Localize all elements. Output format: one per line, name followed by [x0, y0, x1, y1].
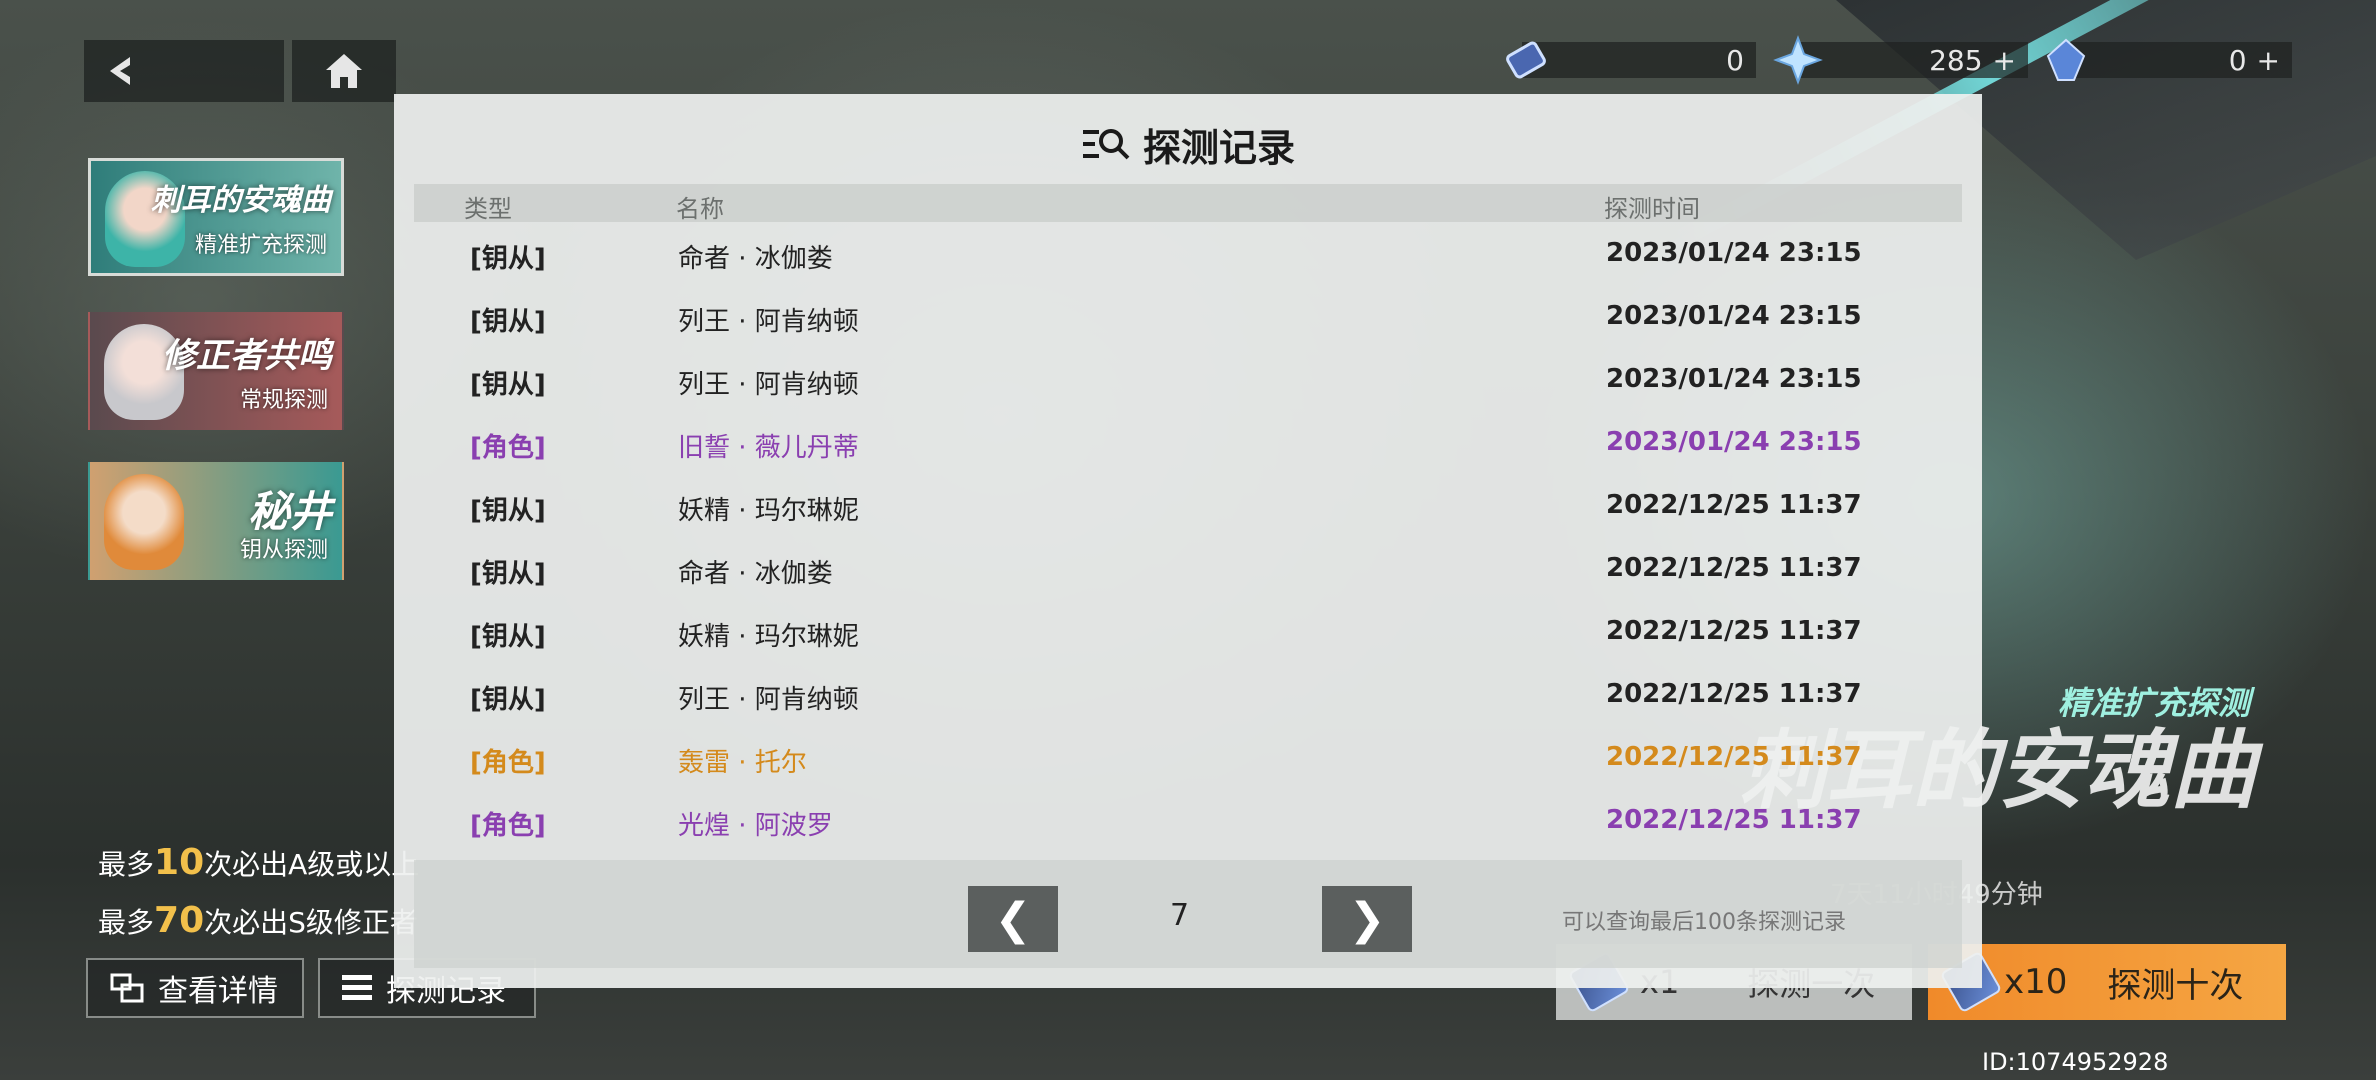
- table-row: [钥从] 列王 · 阿肯纳顿 2022/12/25 11:37: [394, 665, 1982, 728]
- record-time: 2022/12/25 11:37: [1606, 490, 1862, 520]
- record-name: 列王 · 阿肯纳顿: [678, 685, 859, 715]
- record-name: 命者 · 冰伽娄: [678, 244, 833, 274]
- record-name: 妖精 · 玛尔琳妮: [678, 622, 859, 652]
- crystal-count: 285: [1929, 43, 1983, 77]
- record-name: 旧誓 · 薇儿丹蒂: [678, 433, 859, 463]
- table-row: [角色] 光煌 · 阿波罗 2022/12/25 11:37: [394, 791, 1982, 854]
- record-name: 妖精 · 玛尔琳妮: [678, 496, 859, 526]
- view-details-label: 查看详情: [158, 974, 278, 1009]
- banner-subtitle: 常规探测: [239, 388, 328, 413]
- record-name: 命者 · 冰伽娄: [678, 559, 833, 589]
- record-type: [钥从]: [470, 496, 546, 526]
- column-name: 名称: [676, 195, 724, 223]
- table-row: [钥从] 命者 · 冰伽娄 2023/01/24 23:15: [394, 224, 1982, 287]
- banner-title: 修正者共鸣: [162, 336, 332, 376]
- back-arrow-icon: [110, 57, 130, 85]
- record-type: [角色]: [470, 748, 546, 778]
- banner-subtitle: 精准扩充探测: [194, 233, 327, 258]
- record-type: [钥从]: [470, 685, 546, 715]
- draw-ten-label: 探测十次: [2107, 965, 2244, 1006]
- pity-info-s: 最多70次必出S级修正者: [98, 900, 418, 941]
- table-row: [钥从] 妖精 · 玛尔琳妮 2022/12/25 11:37: [394, 476, 1982, 539]
- chevron-right-icon: ❯: [1348, 893, 1386, 945]
- user-id: ID:1074952928: [1982, 1048, 2169, 1076]
- ticket-counter: 0: [1522, 42, 1756, 78]
- back-button[interactable]: [84, 40, 284, 102]
- record-type: [钥从]: [470, 370, 546, 400]
- gem-count: 0: [2228, 43, 2247, 77]
- table-row: [钥从] 列王 · 阿肯纳顿 2023/01/24 23:15: [394, 287, 1982, 350]
- modal-footer: ❮ 7 ❯ 可以查询最后100条探测记录: [414, 860, 1962, 968]
- modal-title-text: 探测记录: [1142, 125, 1295, 170]
- crystal-icon: [1772, 34, 1824, 86]
- banner-title: 秘井: [247, 487, 332, 536]
- records-limit-note: 可以查询最后100条探测记录: [1562, 910, 1846, 935]
- banner-corrector[interactable]: 修正者共鸣 常规探测: [88, 312, 344, 430]
- modal-title: 探测记录: [394, 114, 1982, 174]
- crystal-counter: 285 +: [1796, 42, 2028, 78]
- table-row: [角色] 轰雷 · 托尔 2022/12/25 11:37: [394, 728, 1982, 791]
- record-time: 2022/12/25 11:37: [1606, 742, 1862, 772]
- details-icon: [110, 973, 144, 1003]
- record-type: [钥从]: [470, 244, 546, 274]
- pity-info-a: 最多10次必出A级或以上: [98, 842, 420, 883]
- table-row: [钥从] 列王 · 阿肯纳顿 2023/01/24 23:15: [394, 350, 1982, 413]
- column-type: 类型: [464, 195, 512, 223]
- record-time: 2023/01/24 23:15: [1606, 238, 1862, 268]
- record-name: 列王 · 阿肯纳顿: [678, 307, 859, 337]
- page-number: 7: [1170, 898, 1190, 933]
- record-type: [钥从]: [470, 307, 546, 337]
- banner-requiem[interactable]: 刺耳的安魂曲 精准扩充探测: [88, 158, 344, 276]
- table-header: 类型 名称 探测时间: [414, 184, 1962, 223]
- gem-icon: [2040, 34, 2092, 86]
- ticket-count: 0: [1726, 43, 1744, 77]
- records-modal: 探测记录 类型 名称 探测时间 [钥从] 命者 · 冰伽娄 2023/01/24 2…: [394, 94, 1982, 988]
- table-row: [钥从] 妖精 · 玛尔琳妮 2022/12/25 11:37: [394, 602, 1982, 665]
- banner-secret-well[interactable]: 秘井 钥从探测: [88, 462, 344, 580]
- chevron-left-icon: ❮: [994, 893, 1032, 945]
- banner-title: 刺耳的安魂曲: [151, 183, 331, 218]
- record-type: [角色]: [470, 433, 546, 463]
- view-details-button[interactable]: 查看详情: [86, 958, 304, 1018]
- add-gem-button[interactable]: +: [2257, 44, 2280, 77]
- ticket-icon: [1500, 34, 1552, 86]
- record-name: 列王 · 阿肯纳顿: [678, 370, 859, 400]
- record-time: 2022/12/25 11:37: [1606, 805, 1862, 835]
- home-button[interactable]: [292, 40, 396, 102]
- record-time: 2022/12/25 11:37: [1606, 553, 1862, 583]
- record-type: [钥从]: [470, 622, 546, 652]
- table-row: [角色] 旧誓 · 薇儿丹蒂 2023/01/24 23:15: [394, 413, 1982, 476]
- table-row: [钥从] 命者 · 冰伽娄 2022/12/25 11:37: [394, 539, 1982, 602]
- record-time: 2022/12/25 11:37: [1606, 616, 1862, 646]
- record-name: 光煌 · 阿波罗: [678, 811, 833, 841]
- search-list-icon: [1082, 129, 1130, 160]
- record-time: 2023/01/24 23:15: [1606, 427, 1862, 457]
- banner-character-art: [104, 474, 184, 570]
- list-icon: [342, 975, 372, 1000]
- home-icon: [326, 54, 362, 88]
- record-type: [角色]: [470, 811, 546, 841]
- record-time: 2022/12/25 11:37: [1606, 679, 1862, 709]
- banner-subtitle: 钥从探测: [239, 538, 328, 563]
- record-time: 2023/01/24 23:15: [1606, 364, 1862, 394]
- gem-counter: 0 +: [2070, 42, 2292, 78]
- prev-page-button[interactable]: ❮: [968, 886, 1058, 952]
- record-time: 2023/01/24 23:15: [1606, 301, 1862, 331]
- record-type: [钥从]: [470, 559, 546, 589]
- record-name: 轰雷 · 托尔: [678, 748, 807, 778]
- draw-ten-count: x10: [2004, 962, 2068, 1002]
- column-time: 探测时间: [1604, 195, 1700, 223]
- add-crystal-button[interactable]: +: [1993, 44, 2016, 77]
- next-page-button[interactable]: ❯: [1322, 886, 1412, 952]
